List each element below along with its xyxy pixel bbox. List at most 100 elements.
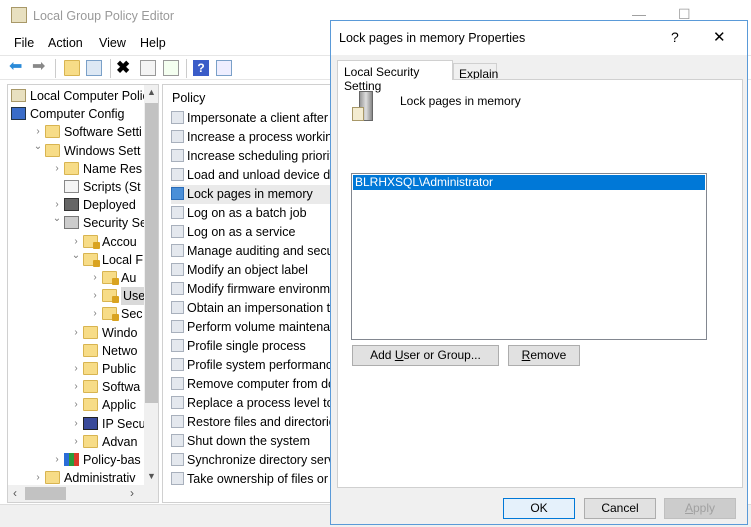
tree-item-label: Deployed bbox=[83, 198, 136, 213]
tree-item[interactable]: Local Computer Polic bbox=[8, 87, 144, 105]
tree-item-label: Administrativ bbox=[64, 471, 136, 485]
show-hide-tree-icon[interactable] bbox=[86, 60, 102, 76]
members-listbox[interactable]: BLRHXSQL\Administrator bbox=[351, 173, 707, 340]
policy-item[interactable]: Profile system performance bbox=[171, 356, 339, 375]
tree-horizontal-scrollbar[interactable]: ‹ › bbox=[8, 485, 158, 502]
lockfolder-icon bbox=[102, 289, 119, 304]
scrollbar-thumb[interactable] bbox=[25, 487, 66, 500]
help-icon[interactable]: ? bbox=[193, 60, 209, 76]
tree-item[interactable]: › Softwa bbox=[8, 378, 144, 396]
policy-setting-icon bbox=[171, 149, 184, 162]
back-icon[interactable]: ⬅ bbox=[9, 59, 25, 76]
chevron-down-icon[interactable]: ⌄ bbox=[71, 247, 81, 265]
chevron-right-icon[interactable]: › bbox=[90, 305, 100, 323]
console-tree: Local Computer Polic⌄Computer Config›Sof… bbox=[7, 84, 159, 503]
ok-button[interactable]: OK bbox=[503, 498, 575, 519]
policy-item[interactable]: Modify an object label bbox=[171, 261, 308, 280]
policy-item[interactable]: Log on as a batch job bbox=[171, 204, 307, 223]
chevron-right-icon[interactable]: › bbox=[71, 415, 81, 433]
policy-item[interactable]: Increase a process working bbox=[171, 128, 339, 147]
policy-item[interactable]: Lock pages in memory bbox=[171, 185, 341, 204]
policy-item[interactable]: Log on as a service bbox=[171, 223, 295, 242]
cancel-button[interactable]: Cancel bbox=[584, 498, 656, 519]
forward-icon[interactable]: ➡ bbox=[32, 59, 48, 76]
policy-item[interactable]: Perform volume maintenar bbox=[171, 318, 334, 337]
chevron-down-icon[interactable]: ⌄ bbox=[52, 210, 62, 228]
apply-button[interactable]: Apply bbox=[664, 498, 736, 519]
remove-button[interactable]: Remove bbox=[508, 345, 580, 366]
policy-item[interactable]: Profile single process bbox=[171, 337, 306, 356]
policy-column-header[interactable]: Policy bbox=[172, 91, 205, 105]
tree-item[interactable]: › Advan bbox=[8, 433, 144, 451]
tree-item[interactable]: › Applic bbox=[8, 396, 144, 414]
tree-vertical-scrollbar[interactable]: ▲ ▼ bbox=[144, 85, 158, 485]
chevron-right-icon[interactable]: › bbox=[71, 396, 81, 414]
tree-item-label: Windo bbox=[102, 325, 138, 340]
chevron-right-icon[interactable]: › bbox=[33, 469, 43, 485]
chevron-right-icon[interactable]: › bbox=[52, 160, 62, 178]
menu-action[interactable]: Action bbox=[48, 36, 83, 50]
chevron-right-icon[interactable]: › bbox=[90, 269, 100, 287]
policy-item[interactable]: Remove computer from do bbox=[171, 375, 335, 394]
tree-item[interactable]: › Windo bbox=[8, 324, 144, 342]
close-button[interactable]: ✕ bbox=[713, 28, 726, 46]
policy-item[interactable]: Obtain an impersonation to bbox=[171, 299, 337, 318]
chevron-down-icon[interactable]: ⌄ bbox=[33, 138, 43, 156]
properties-icon[interactable] bbox=[140, 60, 156, 76]
policy-item[interactable]: Restore files and directories bbox=[171, 413, 342, 432]
delete-icon[interactable]: ✖ bbox=[116, 59, 132, 76]
tree-item[interactable]: Scripts (St bbox=[8, 178, 144, 196]
tree-item[interactable]: › IP Secu bbox=[8, 415, 144, 433]
tree-item[interactable]: › Administrativ bbox=[8, 469, 144, 485]
tree-item[interactable]: ⌄ Local F bbox=[8, 250, 144, 269]
policy-item[interactable]: Synchronize directory servi bbox=[171, 451, 337, 470]
policy-setting-icon bbox=[171, 358, 184, 371]
tab-explain[interactable]: Explain bbox=[453, 63, 498, 81]
scrollbar-thumb[interactable] bbox=[145, 103, 158, 403]
tree-item[interactable]: › Name Res bbox=[8, 160, 144, 178]
properties-dialog: Lock pages in memory Properties ? ✕ Loca… bbox=[330, 20, 748, 525]
policy-item[interactable]: Take ownership of files or o bbox=[171, 470, 338, 489]
policy-item[interactable]: Increase scheduling priority bbox=[171, 147, 339, 166]
policy-item[interactable]: Shut down the system bbox=[171, 432, 310, 451]
tab-local-security-setting[interactable]: Local Security Setting bbox=[337, 60, 453, 93]
policy-item-label: Shut down the system bbox=[187, 434, 310, 448]
tree-item[interactable]: › Software Setti bbox=[8, 123, 144, 141]
add-user-or-group-button[interactable]: Add User or Group... bbox=[352, 345, 499, 366]
export-list-icon[interactable] bbox=[163, 60, 179, 76]
tree-item[interactable]: › Public bbox=[8, 360, 144, 378]
chevron-right-icon[interactable]: › bbox=[71, 378, 81, 396]
policy-setting-icon bbox=[171, 396, 184, 409]
chevron-right-icon[interactable]: › bbox=[52, 451, 62, 469]
menu-view[interactable]: View bbox=[99, 36, 126, 50]
chevron-right-icon[interactable]: › bbox=[71, 433, 81, 451]
policy-item[interactable]: Load and unload device dri bbox=[171, 166, 337, 185]
show-action-pane-icon[interactable] bbox=[216, 60, 232, 76]
tree-item[interactable]: › Au bbox=[8, 269, 144, 287]
policy-item[interactable]: Modify firmware environm bbox=[171, 280, 330, 299]
policy-item[interactable]: Replace a process level toke bbox=[171, 394, 347, 413]
tree-item[interactable]: › Sec bbox=[8, 305, 144, 323]
chevron-right-icon[interactable]: › bbox=[71, 360, 81, 378]
policy-item-label: Take ownership of files or o bbox=[187, 472, 339, 486]
tree-item[interactable]: › Policy-bas bbox=[8, 451, 144, 469]
policy-item[interactable]: Impersonate a client after a bbox=[171, 109, 338, 128]
chevron-right-icon[interactable]: › bbox=[90, 287, 100, 305]
tree-item[interactable]: › Use bbox=[8, 287, 144, 306]
tree-item[interactable]: ⌄Computer Config bbox=[8, 104, 144, 123]
up-folder-icon[interactable] bbox=[64, 60, 80, 76]
chevron-right-icon[interactable]: › bbox=[71, 324, 81, 342]
policy-item-label: Remove computer from do bbox=[187, 377, 335, 391]
tree-item[interactable]: ⌄ Security Se bbox=[8, 213, 144, 232]
policy-item-label: Profile system performance bbox=[187, 358, 340, 372]
tree-item-label: Software Setti bbox=[64, 125, 142, 140]
policy-item[interactable]: Manage auditing and secu bbox=[171, 242, 334, 261]
tree-item[interactable]: › Deployed bbox=[8, 196, 144, 214]
tree-item[interactable]: Netwo bbox=[8, 342, 144, 360]
menu-help[interactable]: Help bbox=[140, 36, 166, 50]
help-button[interactable]: ? bbox=[671, 29, 679, 45]
tree-item[interactable]: ⌄ Windows Sett bbox=[8, 141, 144, 160]
menu-file[interactable]: File bbox=[14, 36, 34, 50]
member-item[interactable]: BLRHXSQL\Administrator bbox=[353, 175, 705, 190]
policy-setting-icon bbox=[171, 320, 184, 333]
